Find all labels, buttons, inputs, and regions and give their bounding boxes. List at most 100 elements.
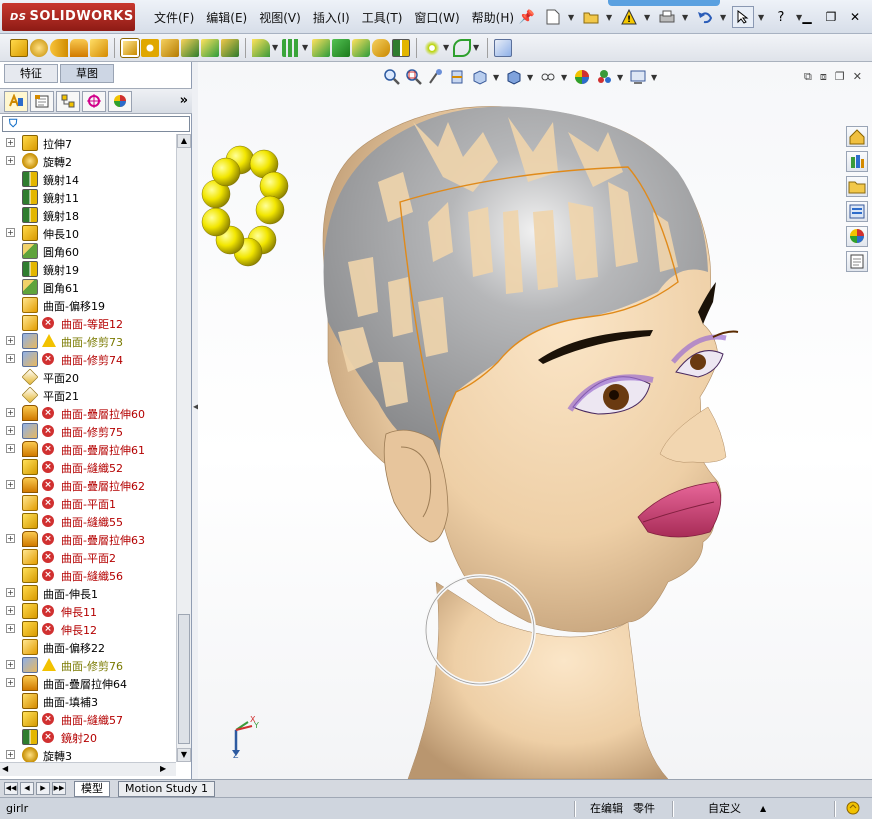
lofted-boss-icon[interactable] [70, 38, 88, 57]
property-manager-icon[interactable] [30, 90, 54, 112]
expand-icon[interactable]: + [6, 444, 15, 453]
tree-item[interactable]: 平面20 [0, 368, 176, 386]
units-dropdown-icon[interactable]: ▲ [760, 801, 766, 817]
rebuild-warning-icon[interactable]: ! [618, 6, 640, 28]
tree-item[interactable]: + × 曲面-疊層拉伸62 [0, 476, 176, 494]
tab-model[interactable]: 模型 [74, 781, 110, 797]
expand-icon[interactable]: + [6, 588, 15, 597]
expand-icon[interactable]: + [6, 606, 15, 615]
menu-insert[interactable]: 插入(I) [307, 8, 356, 28]
new-document-icon[interactable] [542, 6, 564, 28]
boundary-boss-icon[interactable] [90, 38, 108, 57]
expand-icon[interactable]: + [6, 660, 15, 669]
tree-item[interactable]: 圓角60 [0, 242, 176, 260]
tree-item[interactable]: 曲面-偏移22 [0, 638, 176, 656]
scroll-down-icon[interactable]: ▼ [177, 748, 191, 762]
curves-icon[interactable] [453, 38, 471, 57]
expand-icon[interactable]: + [6, 750, 15, 759]
dimxpert-icon[interactable] [82, 90, 106, 112]
menu-edit[interactable]: 编辑(E) [200, 8, 253, 28]
rebuild-status-icon[interactable] [846, 801, 860, 817]
expand-icon[interactable]: + [6, 426, 15, 435]
tree-item[interactable]: + 曲面-疊層拉伸64 [0, 674, 176, 692]
tree-item[interactable]: + × 曲面-疊層拉伸60 [0, 404, 176, 422]
tree-item[interactable]: + × 曲面-疊層拉伸63 [0, 530, 176, 548]
configuration-manager-icon[interactable] [56, 90, 80, 112]
revolved-boss-icon[interactable] [30, 38, 48, 57]
tree-item[interactable]: + × 曲面-疊層拉伸61 [0, 440, 176, 458]
instant3d-icon[interactable] [494, 38, 512, 57]
first-tab-icon[interactable]: ◀◀ [4, 782, 18, 795]
close-icon[interactable]: ✕ [844, 8, 866, 26]
tree-item[interactable]: + 曲面-伸長1 [0, 584, 176, 602]
tree-item[interactable]: 鏡射19 [0, 260, 176, 278]
tree-item[interactable]: × 曲面-縫織52 [0, 458, 176, 476]
tree-item[interactable]: + × 曲面-修剪74 [0, 350, 176, 368]
tree-item[interactable]: × 曲面-平面1 [0, 494, 176, 512]
tree-scrollbar[interactable]: ▲ ▼ [176, 134, 191, 762]
tree-item[interactable]: 鏡射18 [0, 206, 176, 224]
menu-tools[interactable]: 工具(T) [356, 8, 409, 28]
swept-cut-icon[interactable] [181, 38, 199, 57]
revolved-cut-icon[interactable] [161, 38, 179, 57]
scroll-left-icon[interactable]: ◀ [2, 764, 8, 773]
tree-item[interactable]: 圓角61 [0, 278, 176, 296]
graphics-area[interactable]: ▼ ▼ ▼ ▼ ▼ ⧉ ⧈ ❐ ✕ X Y Z [198, 62, 872, 779]
tree-item[interactable]: 鏡射11 [0, 188, 176, 206]
scroll-up-icon[interactable]: ▲ [177, 134, 191, 148]
minimize-icon[interactable]: ▁ [796, 8, 818, 26]
draft-icon[interactable] [332, 38, 350, 57]
restore-icon[interactable]: ❐ [820, 8, 842, 26]
expand-icon[interactable]: + [6, 408, 15, 417]
select-dropdown-icon[interactable]: ▼ [758, 13, 766, 22]
tree-item[interactable]: + 旋轉3 [0, 746, 176, 762]
tree-item[interactable]: + × 曲面-修剪75 [0, 422, 176, 440]
tree-item[interactable]: + 旋轉2 [0, 152, 176, 170]
lofted-cut-icon[interactable] [201, 38, 219, 57]
boundary-cut-icon[interactable] [221, 38, 239, 57]
tree-filter[interactable]: ⛉ [2, 116, 190, 132]
scroll-right-icon[interactable]: ▶ [160, 764, 166, 773]
fillet-icon[interactable] [252, 38, 270, 57]
expand-icon[interactable]: + [6, 228, 15, 237]
tree-item[interactable]: × 曲面-縫織55 [0, 512, 176, 530]
feature-manager-icon[interactable] [4, 90, 28, 112]
status-units[interactable]: 自定义 [708, 801, 741, 817]
menu-window[interactable]: 窗口(W) [408, 8, 465, 28]
reference-dropdown-icon[interactable]: ▼ [443, 43, 451, 52]
tree-item[interactable]: × 曲面-等距12 [0, 314, 176, 332]
tree-item[interactable]: 平面21 [0, 386, 176, 404]
expand-icon[interactable]: + [6, 156, 15, 165]
linear-pattern-icon[interactable] [282, 38, 300, 57]
expand-icon[interactable]: + [6, 534, 15, 543]
hole-wizard-icon[interactable] [141, 38, 159, 57]
tree-item[interactable]: + 曲面-修剪73 [0, 332, 176, 350]
pattern-dropdown-icon[interactable]: ▼ [302, 43, 310, 52]
undo-dropdown-icon[interactable]: ▼ [720, 13, 728, 22]
scroll-thumb[interactable] [178, 614, 190, 744]
tree-item[interactable]: + × 伸長12 [0, 620, 176, 638]
extruded-boss-icon[interactable] [10, 38, 28, 57]
reference-geometry-icon[interactable] [423, 38, 441, 57]
tree-item[interactable]: × 曲面-縫織56 [0, 566, 176, 584]
tree-item[interactable]: × 曲面-平面2 [0, 548, 176, 566]
menu-view[interactable]: 视图(V) [253, 8, 307, 28]
solidworks-logo[interactable]: DS SOLIDWORKS [2, 3, 135, 31]
swept-boss-icon[interactable] [50, 38, 68, 57]
prev-tab-icon[interactable]: ◀ [20, 782, 34, 795]
tab-features[interactable]: 特征 [4, 64, 58, 83]
new-dropdown-icon[interactable]: ▼ [568, 13, 576, 22]
extruded-cut-icon[interactable] [120, 37, 140, 58]
expand-icon[interactable]: + [6, 624, 15, 633]
undo-icon[interactable] [694, 6, 716, 28]
tree-item[interactable]: 曲面-偏移19 [0, 296, 176, 314]
tree-item[interactable]: + × 伸長11 [0, 602, 176, 620]
expand-icon[interactable]: + [6, 354, 15, 363]
open-dropdown-icon[interactable]: ▼ [606, 13, 614, 22]
expand-icon[interactable]: + [6, 138, 15, 147]
curves-dropdown-icon[interactable]: ▼ [473, 43, 481, 52]
menu-file[interactable]: 文件(F) [148, 8, 200, 28]
display-manager-icon[interactable] [108, 90, 132, 112]
head-model[interactable] [198, 62, 872, 779]
tree-item[interactable]: × 曲面-縫織57 [0, 710, 176, 728]
